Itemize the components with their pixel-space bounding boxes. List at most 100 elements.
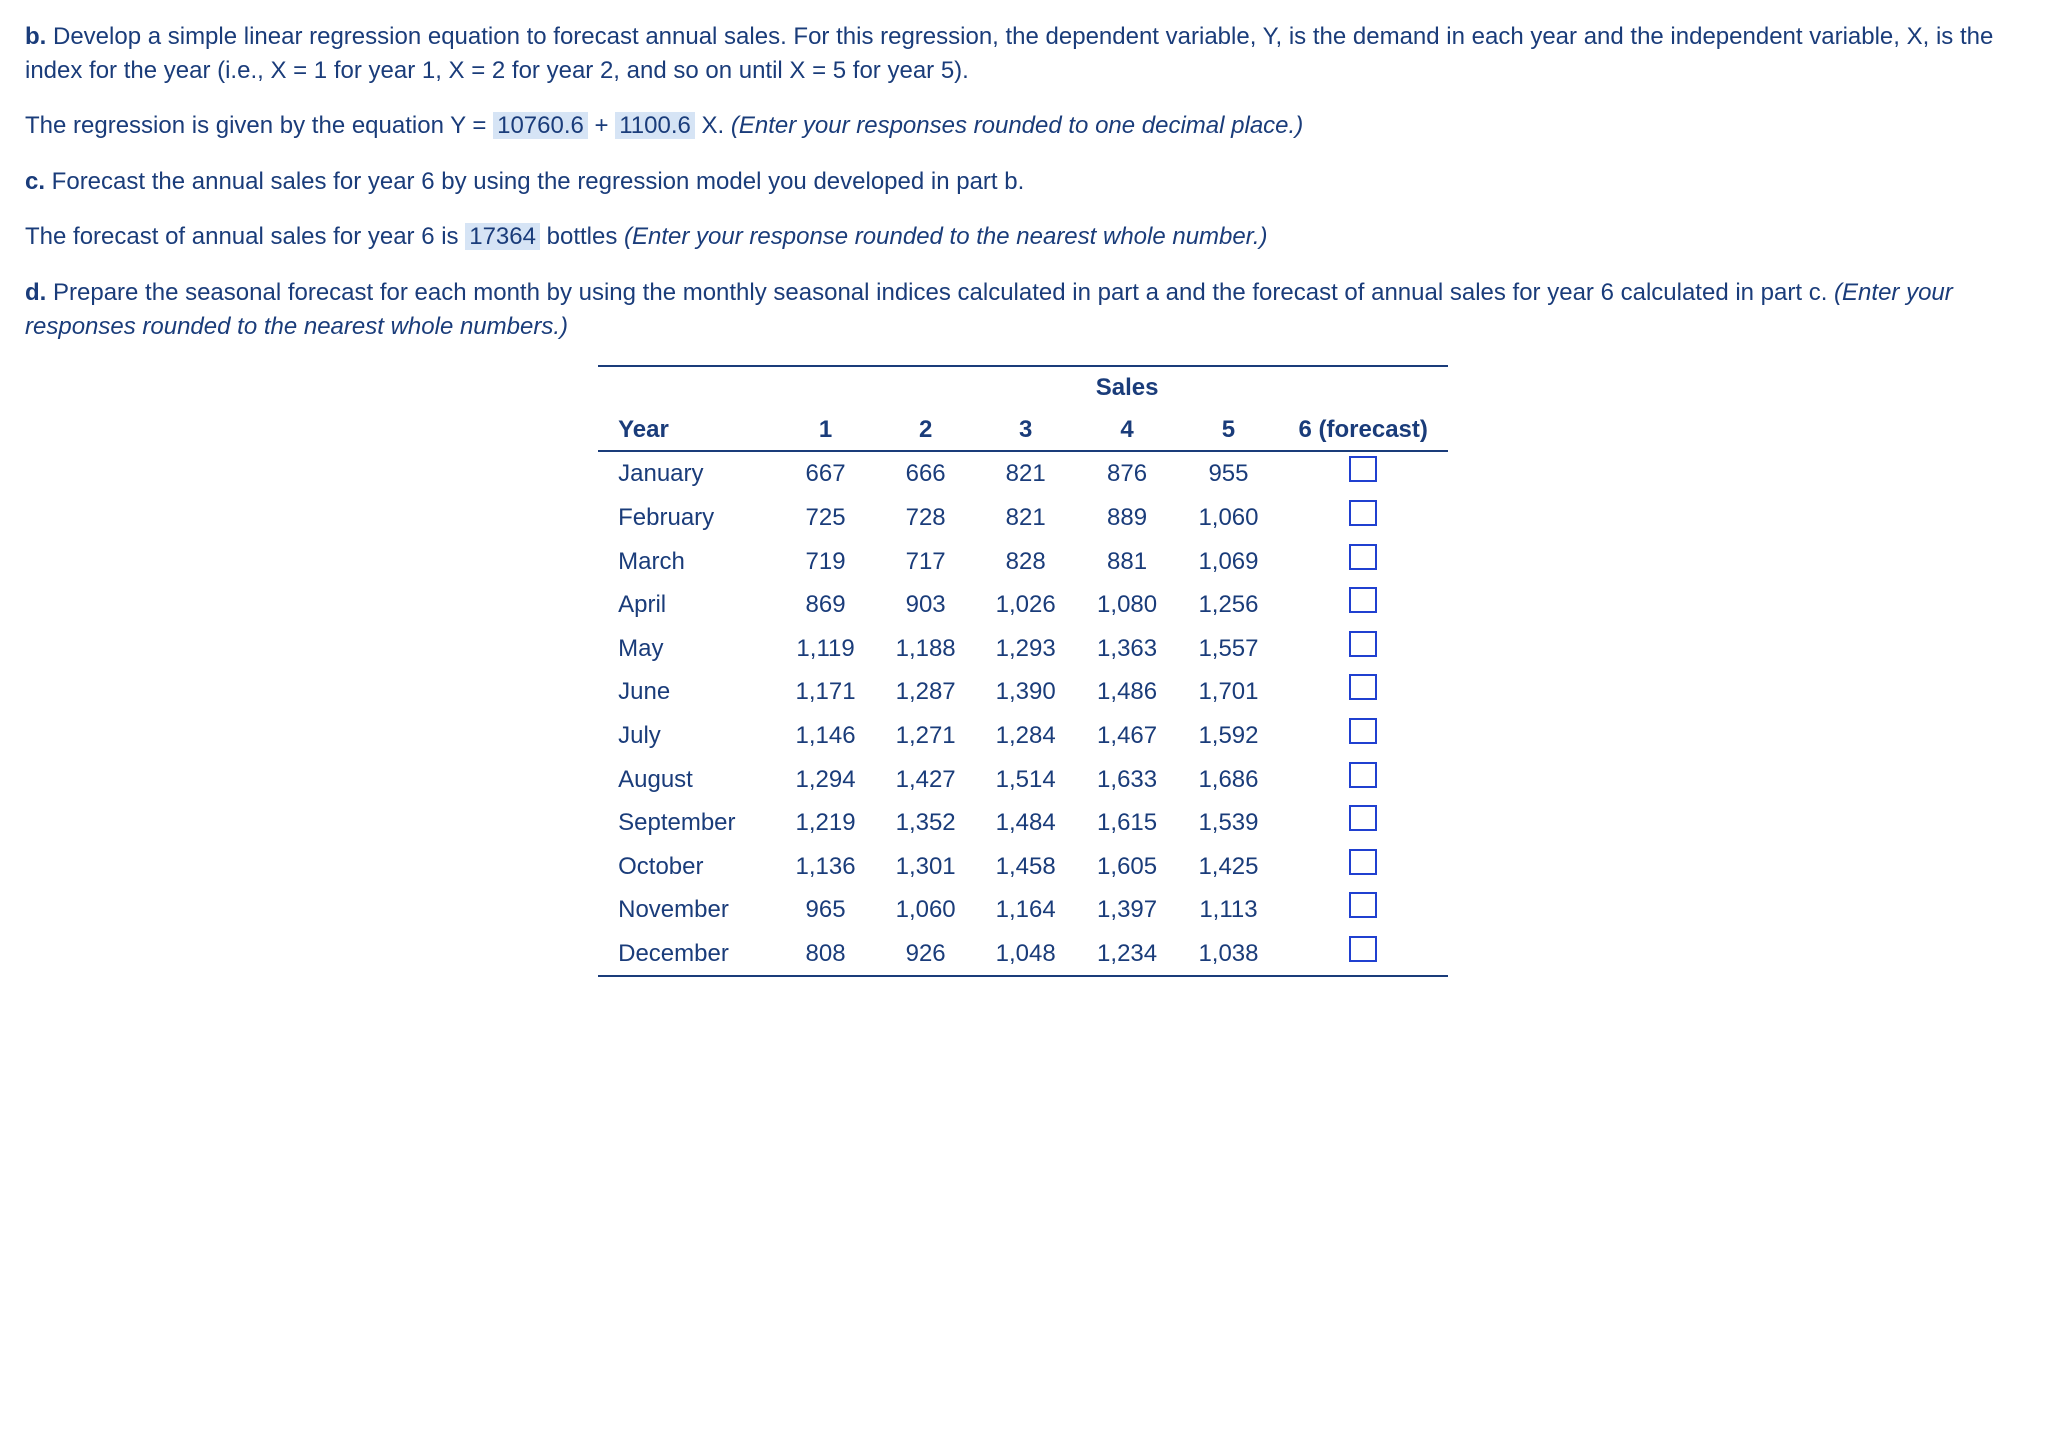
forecast-cell	[1279, 888, 1448, 932]
forecast-input[interactable]	[1349, 544, 1377, 570]
cell-value: 1,301	[876, 845, 976, 889]
cell-value: 1,293	[976, 627, 1076, 671]
col-header-4: 4	[1076, 409, 1179, 452]
forecast-input[interactable]	[1349, 456, 1377, 482]
cell-value: 1,219	[776, 801, 876, 845]
col-header-5: 5	[1178, 409, 1278, 452]
cell-value: 828	[976, 540, 1076, 584]
forecast-input[interactable]	[1349, 892, 1377, 918]
forecast-input[interactable]	[1349, 587, 1377, 613]
forecast-value: 17364	[465, 223, 540, 250]
cell-value: 955	[1178, 451, 1278, 496]
table-row: May1,1191,1881,2931,3631,557	[598, 627, 1448, 671]
cell-value: 926	[876, 932, 976, 977]
forecast-prefix: The forecast of annual sales for year 6 …	[25, 223, 465, 250]
cell-value: 1,119	[776, 627, 876, 671]
cell-value: 1,060	[876, 888, 976, 932]
cell-value: 728	[876, 496, 976, 540]
cell-value: 1,271	[876, 714, 976, 758]
forecast-cell	[1279, 801, 1448, 845]
reg-instructions: (Enter your responses rounded to one dec…	[731, 112, 1303, 139]
cell-value: 1,557	[1178, 627, 1278, 671]
cell-value: 1,294	[776, 758, 876, 802]
cell-value: 1,633	[1076, 758, 1179, 802]
cell-value: 821	[976, 451, 1076, 496]
sales-table: Sales Year 123456 (forecast) January6676…	[598, 365, 1448, 977]
table-row: October1,1361,3011,4581,6051,425	[598, 845, 1448, 889]
table-row: August1,2941,4271,5141,6331,686	[598, 758, 1448, 802]
cell-value: 1,427	[876, 758, 976, 802]
table-row: April8699031,0261,0801,256	[598, 583, 1448, 627]
cell-value: 1,701	[1178, 670, 1278, 714]
cell-value: 1,113	[1178, 888, 1278, 932]
forecast-cell	[1279, 540, 1448, 584]
reg-intercept: 10760.6	[493, 112, 588, 139]
col-header-6: 6 (forecast)	[1279, 409, 1448, 452]
cell-value: 1,038	[1178, 932, 1278, 977]
cell-value: 1,686	[1178, 758, 1278, 802]
cell-value: 1,514	[976, 758, 1076, 802]
label-d: d.	[25, 279, 46, 306]
cell-value: 1,458	[976, 845, 1076, 889]
paragraph-regression: The regression is given by the equation …	[25, 109, 2021, 143]
month-label: May	[598, 627, 775, 671]
cell-value: 1,467	[1076, 714, 1179, 758]
forecast-input[interactable]	[1349, 762, 1377, 788]
forecast-input[interactable]	[1349, 718, 1377, 744]
text-b: Develop a simple linear regression equat…	[25, 23, 1993, 84]
cell-value: 725	[776, 496, 876, 540]
reg-plus: +	[588, 112, 615, 139]
col-header-1: 1	[776, 409, 876, 452]
cell-value: 1,484	[976, 801, 1076, 845]
forecast-input[interactable]	[1349, 936, 1377, 962]
forecast-input[interactable]	[1349, 674, 1377, 700]
label-b: b.	[25, 23, 46, 50]
forecast-cell	[1279, 845, 1448, 889]
paragraph-c: c. Forecast the annual sales for year 6 …	[25, 165, 2021, 199]
cell-value: 1,060	[1178, 496, 1278, 540]
month-label: February	[598, 496, 775, 540]
cell-value: 965	[776, 888, 876, 932]
reg-slope: 1100.6	[615, 112, 695, 139]
forecast-input[interactable]	[1349, 849, 1377, 875]
month-label: August	[598, 758, 775, 802]
cell-value: 1,284	[976, 714, 1076, 758]
forecast-input[interactable]	[1349, 805, 1377, 831]
cell-value: 903	[876, 583, 976, 627]
month-label: June	[598, 670, 775, 714]
cell-value: 1,188	[876, 627, 976, 671]
month-label: April	[598, 583, 775, 627]
forecast-input[interactable]	[1349, 631, 1377, 657]
month-label: October	[598, 845, 775, 889]
forecast-cell	[1279, 583, 1448, 627]
label-c: c.	[25, 168, 45, 195]
cell-value: 1,605	[1076, 845, 1179, 889]
forecast-cell	[1279, 714, 1448, 758]
cell-value: 881	[1076, 540, 1179, 584]
forecast-instructions: (Enter your response rounded to the near…	[624, 223, 1267, 250]
cell-value: 1,171	[776, 670, 876, 714]
month-label: July	[598, 714, 775, 758]
table-row: February7257288218891,060	[598, 496, 1448, 540]
cell-value: 869	[776, 583, 876, 627]
cell-value: 1,397	[1076, 888, 1179, 932]
month-label: September	[598, 801, 775, 845]
paragraph-d: d. Prepare the seasonal forecast for eac…	[25, 276, 2021, 343]
forecast-cell	[1279, 670, 1448, 714]
forecast-input[interactable]	[1349, 500, 1377, 526]
table-row: June1,1711,2871,3901,4861,701	[598, 670, 1448, 714]
forecast-cell	[1279, 627, 1448, 671]
cell-value: 719	[776, 540, 876, 584]
cell-value: 1,486	[1076, 670, 1179, 714]
cell-value: 1,234	[1076, 932, 1179, 977]
cell-value: 1,164	[976, 888, 1076, 932]
cell-value: 1,136	[776, 845, 876, 889]
cell-value: 1,539	[1178, 801, 1278, 845]
cell-value: 1,146	[776, 714, 876, 758]
cell-value: 1,592	[1178, 714, 1278, 758]
cell-value: 808	[776, 932, 876, 977]
forecast-cell	[1279, 451, 1448, 496]
col-header-3: 3	[976, 409, 1076, 452]
table-row: November9651,0601,1641,3971,113	[598, 888, 1448, 932]
table-row: September1,2191,3521,4841,6151,539	[598, 801, 1448, 845]
